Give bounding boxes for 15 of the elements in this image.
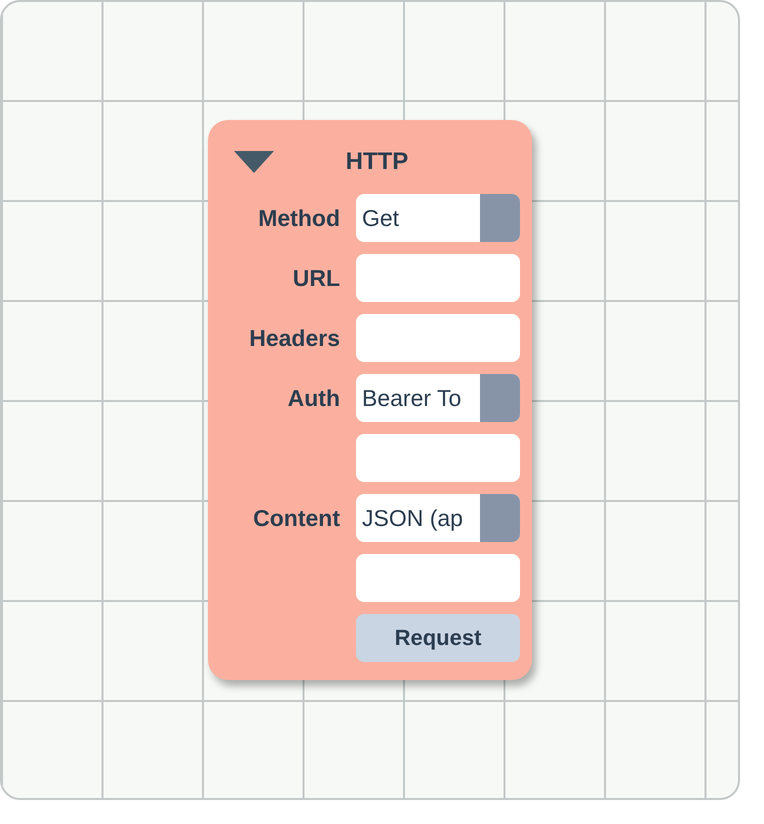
field-label: Method [257,204,340,232]
input-field[interactable] [356,254,520,302]
dropdown[interactable]: Bearer To [356,374,520,422]
field-label: Content [252,504,340,532]
input-field[interactable] [356,314,520,362]
input-field[interactable] [356,434,520,482]
input-field[interactable] [356,554,520,602]
dropdown[interactable]: JSON (ap [356,494,520,542]
request-button[interactable]: Request [356,614,520,662]
field-label: Headers [248,324,340,352]
triangle-icon[interactable] [234,151,274,173]
field-label: URL [292,264,340,292]
node-title: HTTP [344,148,410,176]
field-label: Auth [286,384,340,412]
dropdown[interactable]: Get [356,194,520,242]
